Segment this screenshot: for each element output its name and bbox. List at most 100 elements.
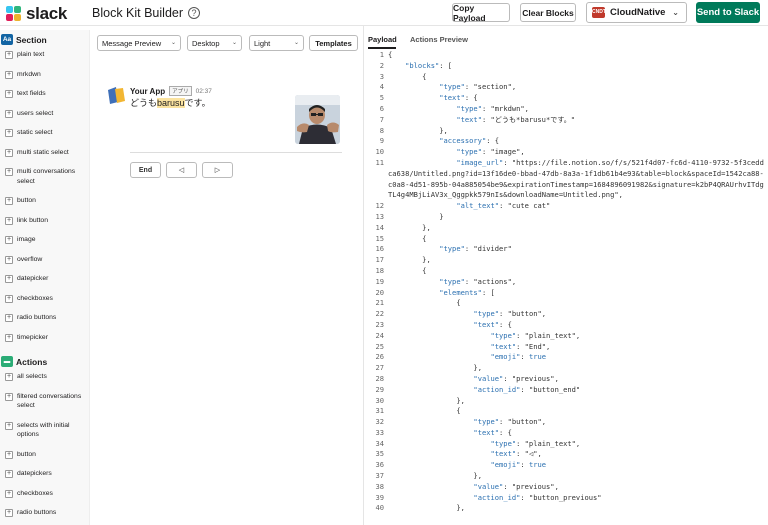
code-line: 24 "type": "plain_text", (364, 331, 768, 342)
line-number: 21 (375, 298, 384, 308)
plus-icon: + (5, 314, 13, 322)
plus-icon: + (5, 109, 13, 118)
slack-logo: slack (6, 4, 67, 24)
sidebar-item-button[interactable]: + button (0, 196, 89, 206)
end-button[interactable]: End (130, 162, 161, 178)
sidebar-item-checkboxes[interactable]: + checkboxes (0, 489, 89, 499)
theme-select[interactable]: Light ⌄ (249, 35, 304, 51)
line-number: 23 (375, 319, 384, 329)
sidebar-item-plain-text[interactable]: + plain text (0, 50, 89, 60)
chevron-down-icon: ⌄ (672, 8, 679, 17)
plus-icon: + (5, 236, 13, 244)
sidebar-item-text-fields[interactable]: + text fields (0, 89, 89, 99)
sidebar-item-label: static select (17, 129, 53, 136)
line-number: 31 (375, 406, 384, 416)
line-number: 6 (379, 103, 384, 113)
plus-icon: + (5, 51, 13, 59)
copy-payload-button[interactable]: Copy Payload (452, 3, 510, 23)
templates-button[interactable]: Templates (309, 35, 358, 51)
chevron-down-icon: ⌄ (231, 40, 237, 46)
actions-category-header: ▬ Actions (0, 352, 89, 372)
sidebar-item-filtered-conversations-select[interactable]: + filtered conversations select (0, 392, 89, 411)
sidebar-item-label: selects with initial options (17, 421, 70, 439)
code-line: 17 }, (364, 255, 768, 266)
code-line: 14 }, (364, 223, 768, 234)
code-line: 5 "text": { (364, 93, 768, 104)
clear-blocks-button[interactable]: Clear Blocks (520, 3, 576, 22)
message-author: Your App アプリ 02:37 (130, 86, 212, 96)
next-button[interactable]: ▷ (202, 162, 233, 178)
device-select[interactable]: Desktop ⌄ (187, 35, 242, 51)
sidebar-item-multi-static-select[interactable]: + multi static select (0, 148, 89, 158)
code-line: 32 "type": "button", (364, 417, 768, 428)
code-line: 31 { (364, 406, 768, 417)
code-text: }, (388, 471, 482, 481)
previous-button[interactable]: ◁ (166, 162, 197, 178)
code-line: 6 "type": "mrkdwn", (364, 104, 768, 115)
app-avatar (108, 87, 125, 104)
sidebar-item-static-select[interactable]: + static select (0, 128, 89, 138)
sidebar-item-mrkdwn[interactable]: + mrkdwn (0, 70, 89, 80)
line-number: 39 (375, 492, 384, 502)
sidebar-item-label: text fields (17, 90, 46, 97)
sidebar-item-users-select[interactable]: + users select (0, 109, 89, 119)
send-to-slack-button[interactable]: Send to Slack (696, 2, 760, 23)
code-line: 12 "alt_text": "cute cat" (364, 201, 768, 212)
tab-actions-preview[interactable]: Actions Preview (410, 35, 468, 44)
code-line: 38 "value": "previous", (364, 482, 768, 493)
sidebar-item-all-selects[interactable]: + all selects (0, 372, 89, 382)
line-number: 4 (379, 82, 384, 92)
sidebar-item-checkboxes[interactable]: + checkboxes (0, 294, 89, 304)
sidebar-item-radio-buttons[interactable]: + radio buttons (0, 508, 89, 518)
slack-logo-icon (6, 6, 22, 22)
code-text: "emoji": true (490, 460, 547, 470)
line-number: 40 (375, 503, 384, 513)
section-category-title: Section (16, 34, 47, 45)
sidebar-item-image[interactable]: + image (0, 235, 89, 245)
line-number: 28 (375, 373, 384, 383)
accessory-image (295, 95, 340, 144)
line-number: 10 (375, 147, 384, 157)
sidebar-item-label: mrkdwn (17, 70, 41, 78)
sidebar-item-timepicker[interactable]: + timepicker (0, 333, 89, 343)
sidebar-item-radio-buttons[interactable]: + radio buttons (0, 313, 89, 323)
help-icon[interactable]: ? (188, 7, 201, 19)
sidebar-item-label: datepickers (17, 470, 52, 477)
device-select-value: Desktop (192, 38, 220, 48)
surface-select[interactable]: Message Preview ⌄ (97, 35, 181, 51)
chevron-down-icon: ⌄ (293, 40, 299, 46)
code-text: "type": "button", (473, 417, 547, 427)
code-text: }, (388, 125, 448, 135)
line-number: 3 (379, 71, 384, 81)
code-line: 9 "accessory": { (364, 136, 768, 147)
code-text: { (388, 298, 461, 308)
plus-icon: + (5, 373, 13, 381)
sidebar-item-datepicker[interactable]: + datepicker (0, 274, 89, 284)
code-line: 30 }, (364, 396, 768, 407)
plus-icon: + (5, 168, 13, 176)
code-line: 18 { (364, 266, 768, 277)
sidebar-item-button[interactable]: + button (0, 450, 89, 460)
json-editor[interactable]: 1{2 "blocks": [3 {4 "type": "section", 5 … (364, 50, 768, 514)
workspace-select[interactable]: CNDT CloudNative ⌄ (586, 2, 687, 23)
sidebar-item-selects-with-initial-options[interactable]: + selects with initial options (0, 421, 89, 440)
payload-tabs: Payload Actions Preview (364, 26, 768, 49)
tab-payload[interactable]: Payload (368, 35, 397, 44)
plus-icon: + (5, 90, 13, 98)
code-text: "text": { (473, 319, 512, 329)
sidebar-item-link-button[interactable]: + link button (0, 216, 89, 226)
code-line: 36 "emoji": true (364, 460, 768, 471)
sidebar-item-label: link button (17, 216, 48, 224)
sidebar-item-overflow[interactable]: + overflow (0, 255, 89, 265)
message-preview-pane: Message Preview ⌄ Desktop ⌄ Light ⌄ Temp… (92, 30, 362, 525)
code-text: }, (388, 395, 465, 405)
sidebar-item-label: radio buttons (17, 314, 57, 321)
sidebar-item-label: timepicker (17, 333, 48, 341)
code-text: { (388, 406, 461, 416)
code-text: "blocks": [ (405, 60, 453, 70)
code-text: { (388, 50, 393, 59)
sidebar-item-label: radio buttons (17, 509, 57, 516)
sidebar-item-multi-conversations-select[interactable]: + multi conversations select (0, 167, 89, 186)
sidebar-item-label: button (17, 197, 36, 204)
sidebar-item-datepickers[interactable]: + datepickers (0, 469, 89, 479)
